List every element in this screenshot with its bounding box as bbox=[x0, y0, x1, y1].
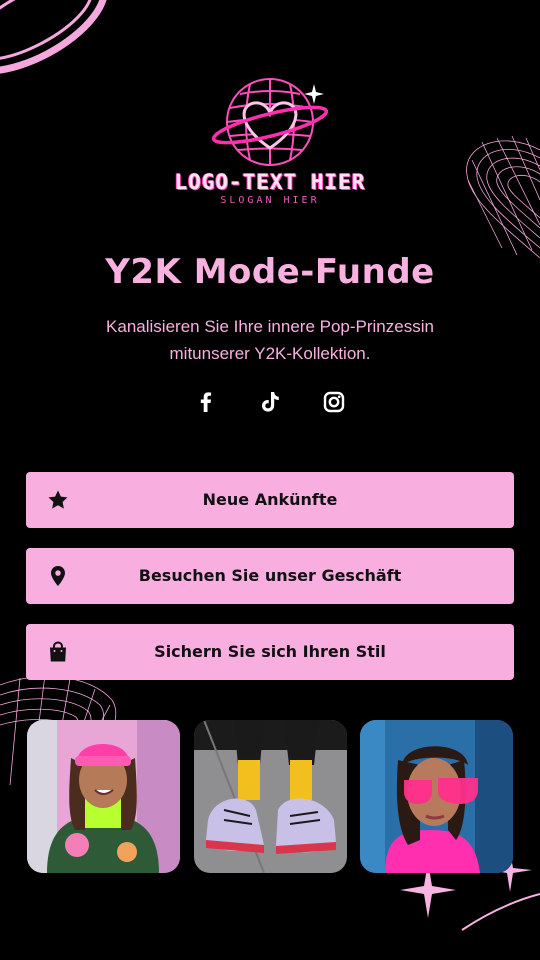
facebook-link[interactable] bbox=[192, 388, 220, 416]
secure-style-label: Sichern Sie sich Ihren Stil bbox=[154, 642, 386, 661]
facebook-icon bbox=[200, 392, 212, 412]
gallery-image-woman-beanie bbox=[27, 720, 180, 873]
secure-style-button[interactable]: Sichern Sie sich Ihren Stil bbox=[26, 624, 514, 680]
gallery-image-pink-sunglasses bbox=[360, 720, 513, 873]
new-arrivals-label: Neue Ankünfte bbox=[202, 490, 338, 509]
visit-store-label: Besuchen Sie unser Geschäft bbox=[138, 566, 402, 585]
heart-disco-ball-icon bbox=[211, 78, 329, 166]
gallery-photo-3[interactable] bbox=[360, 720, 513, 873]
subtitle-line-2: mitunserer Y2K-Kollektion. bbox=[169, 344, 371, 363]
visit-store-button[interactable]: Besuchen Sie unser Geschäft bbox=[26, 548, 514, 604]
logo-slogan: SLOGAN HIER bbox=[220, 195, 320, 206]
instagram-link[interactable] bbox=[320, 388, 348, 416]
tiktok-icon bbox=[262, 392, 279, 412]
brand-logo: LOGO-TEXT HIER SLOGAN HIER bbox=[0, 70, 540, 206]
subtitle-line-1: Kanalisieren Sie Ihre innere Pop-Prinzes… bbox=[106, 317, 434, 336]
new-arrivals-button[interactable]: Neue Ankünfte bbox=[26, 472, 514, 528]
gallery-photo-2[interactable] bbox=[194, 720, 347, 873]
page-subtitle: Kanalisieren Sie Ihre innere Pop-Prinzes… bbox=[60, 313, 480, 367]
gallery-photo-1[interactable] bbox=[27, 720, 180, 873]
social-links bbox=[0, 388, 540, 418]
gallery-image-sneakers bbox=[194, 720, 347, 873]
tiktok-link[interactable] bbox=[256, 388, 284, 416]
page-title: Y2K Mode-Funde bbox=[105, 252, 435, 292]
logo-text: LOGO-TEXT HIER bbox=[174, 170, 366, 194]
instagram-icon bbox=[323, 391, 345, 413]
